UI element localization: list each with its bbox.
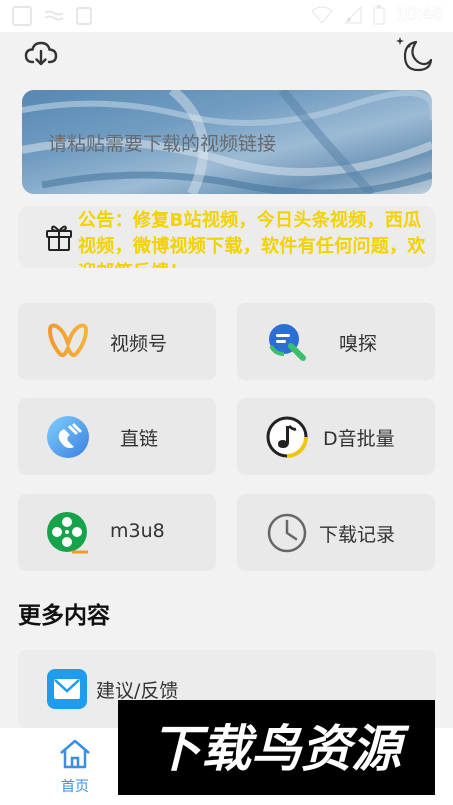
- notification-app-icon: [12, 6, 32, 26]
- notification-a-icon: [76, 7, 92, 25]
- mail-icon: [47, 669, 87, 709]
- tile-label: 下载记录: [319, 524, 396, 546]
- film-reel-icon: [47, 512, 88, 554]
- night-mode-button[interactable]: [394, 34, 434, 76]
- music-note-icon: [266, 416, 308, 458]
- cloud-download-icon: [24, 41, 58, 66]
- tile-label: 直链: [120, 428, 159, 450]
- section-title: 更多内容: [18, 603, 110, 629]
- tile-label: 视频号: [110, 333, 168, 355]
- video-link-card[interactable]: [22, 90, 432, 194]
- tile-label: 嗅探: [339, 333, 378, 355]
- video-link-input[interactable]: [48, 130, 408, 158]
- cellular-icon: x: [344, 6, 362, 24]
- wifi-icon: [311, 6, 334, 24]
- tile-douyin-batch[interactable]: D音批量: [237, 398, 435, 474]
- nav-home-label: 首页: [61, 779, 89, 795]
- announcement-text: 公告：修复B站视频，今日头条视频，西瓜视频，微博视频下载，软件有任何问题，欢迎邮…: [78, 210, 426, 268]
- svg-text:x: x: [347, 16, 351, 24]
- tile-download-history[interactable]: 下载记录: [237, 494, 435, 570]
- wechat-channels-icon: [48, 323, 88, 358]
- feedback-label: 建议/反馈: [96, 680, 179, 702]
- watermark: 下载鸟资源: [118, 700, 435, 795]
- announcement-banner: 公告：修复B站视频，今日头条视频，西瓜视频，微博视频下载，软件有任何问题，欢迎邮…: [18, 206, 436, 268]
- clock-icon: [267, 513, 307, 553]
- magnet-link-icon: [47, 416, 89, 458]
- tile-wechat-channels[interactable]: 视频号: [18, 303, 216, 379]
- cloud-download-button[interactable]: [24, 40, 58, 72]
- status-time: 10:46: [395, 4, 443, 25]
- notification-wave-icon: [44, 10, 64, 21]
- tile-m3u8[interactable]: m3u8: [18, 494, 216, 570]
- watermark-logo: 下载鸟资源: [151, 720, 410, 778]
- home-icon: [60, 739, 90, 769]
- tile-label: m3u8: [110, 520, 165, 542]
- tile-sniff[interactable]: 嗅探: [237, 303, 435, 379]
- battery-icon: [373, 5, 385, 25]
- status-bar: x 10:46: [0, 0, 453, 32]
- nav-home[interactable]: 首页: [52, 738, 98, 798]
- moon-stars-icon: [396, 37, 433, 72]
- tile-label: D音批量: [323, 428, 395, 450]
- tile-direct-link[interactable]: 直链: [18, 398, 216, 474]
- gift-icon: [46, 225, 72, 251]
- sniff-search-icon: [269, 324, 306, 361]
- svg-text:下载鸟资源: 下载鸟资源: [151, 720, 410, 778]
